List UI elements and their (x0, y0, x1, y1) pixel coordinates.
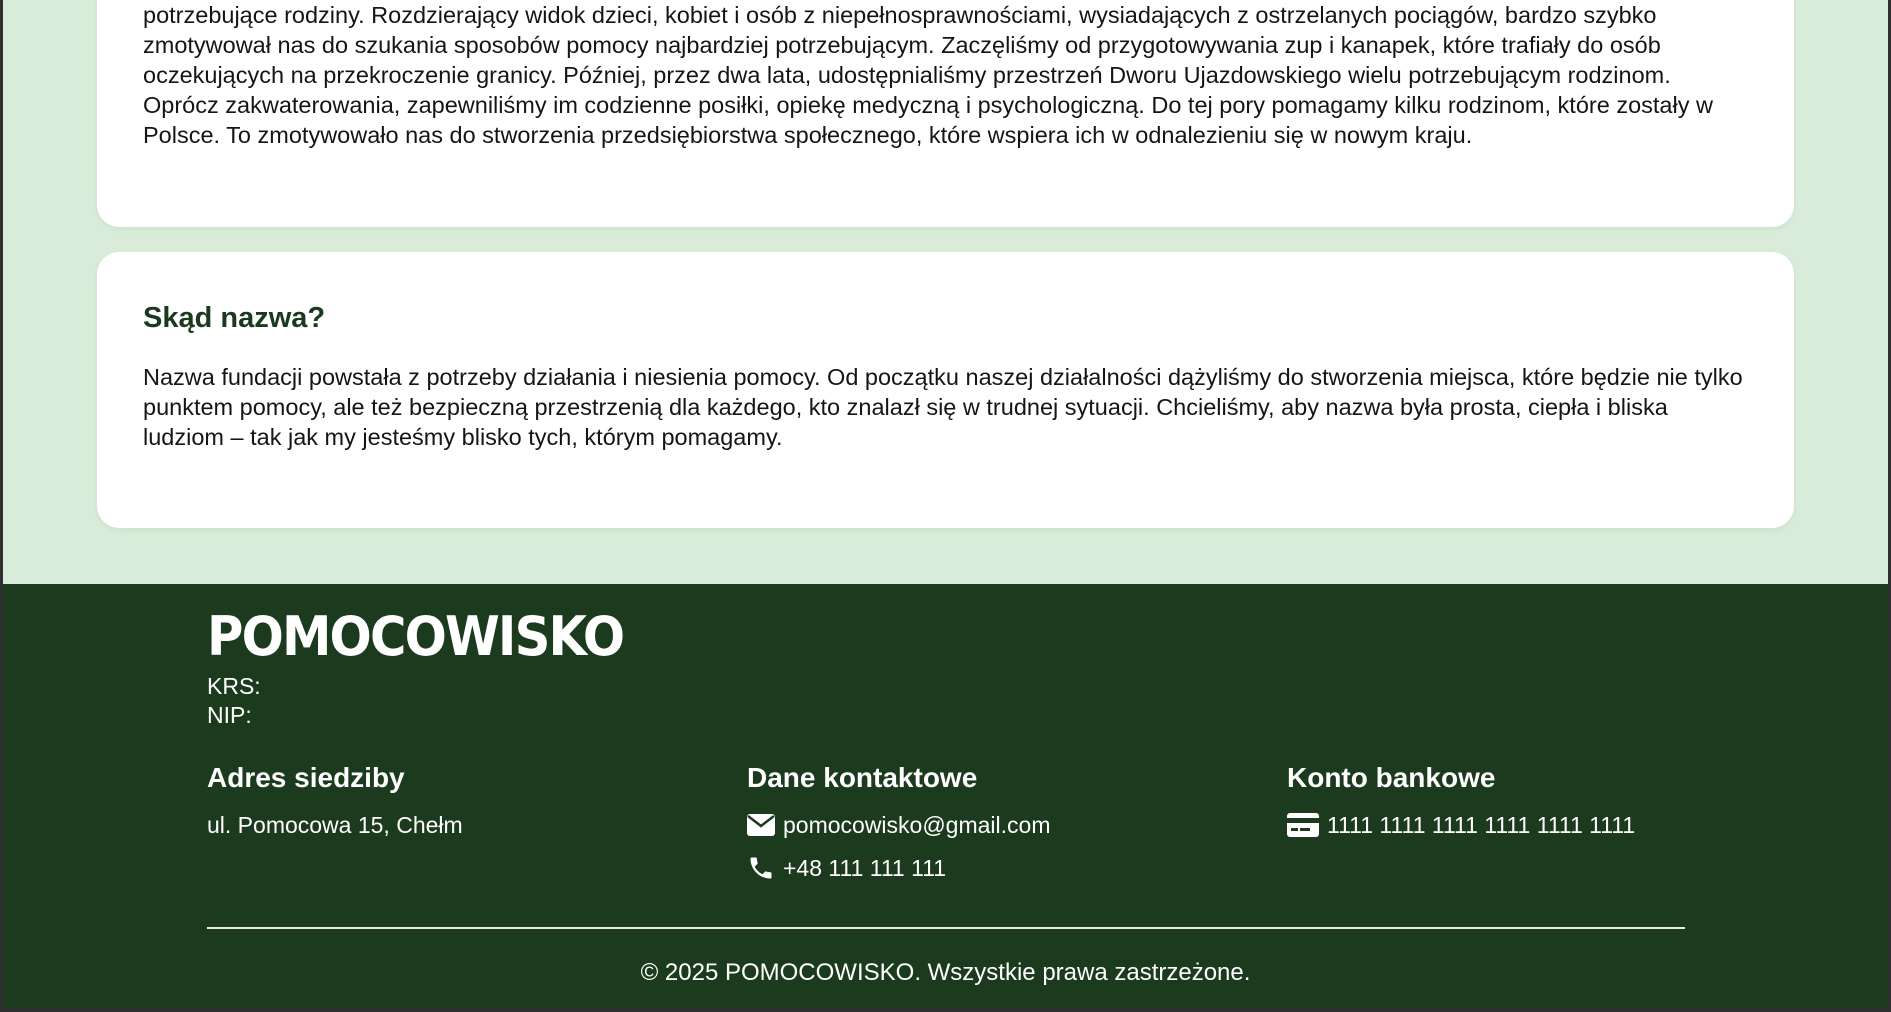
story-card: potrzebujące rodziny. Rozdzierający wido… (97, 0, 1794, 227)
address-value: ul. Pomocowa 15, Chełm (207, 812, 463, 838)
krs-label: KRS: (207, 673, 261, 699)
bank-column: Konto bankowe 1111 1111 1111 1111 1111 1… (1287, 760, 1787, 840)
phone-icon (747, 854, 775, 882)
footer-divider (207, 927, 1685, 929)
email-line[interactable]: pomocowisko@gmail.com (747, 810, 1247, 840)
address-line: ul. Pomocowa 15, Chełm (207, 810, 707, 840)
name-origin-card: Skąd nazwa? Nazwa fundacji powstała z po… (97, 252, 1794, 528)
phone-line[interactable]: +48 111 111 111 (747, 853, 1247, 883)
footer-logo[interactable]: POMOCOWISKO (207, 610, 625, 664)
bank-account-number: 1111 1111 1111 1111 1111 1111 (1327, 812, 1636, 838)
main-content: potrzebujące rodziny. Rozdzierający wido… (0, 0, 1891, 584)
contact-column: Dane kontaktowe pomocowisko@gmail.com +4… (747, 760, 1247, 883)
section-title: Skąd nazwa? (143, 302, 326, 334)
bank-line: 1111 1111 1111 1111 1111 1111 (1287, 810, 1787, 840)
story-paragraph: potrzebujące rodziny. Rozdzierający wido… (143, 2, 1713, 148)
copyright-text: © 2025 POMOCOWISKO. Wszystkie prawa zast… (640, 959, 1251, 986)
contact-title: Dane kontaktowe (747, 762, 978, 793)
email-link[interactable]: pomocowisko@gmail.com (783, 810, 1051, 840)
nip-label: NIP: (207, 702, 252, 728)
name-origin-paragraph: Nazwa fundacji powstała z potrzeby dział… (143, 364, 1743, 450)
address-title: Adres siedziby (207, 762, 405, 793)
site-footer: POMOCOWISKO KRS: NIP: Adres siedziby ul.… (0, 584, 1891, 1012)
phone-link[interactable]: +48 111 111 111 (783, 853, 946, 883)
address-column: Adres siedziby ul. Pomocowa 15, Chełm (207, 760, 707, 840)
envelope-icon (747, 814, 775, 836)
bank-title: Konto bankowe (1287, 762, 1496, 793)
credit-card-icon (1287, 813, 1319, 837)
